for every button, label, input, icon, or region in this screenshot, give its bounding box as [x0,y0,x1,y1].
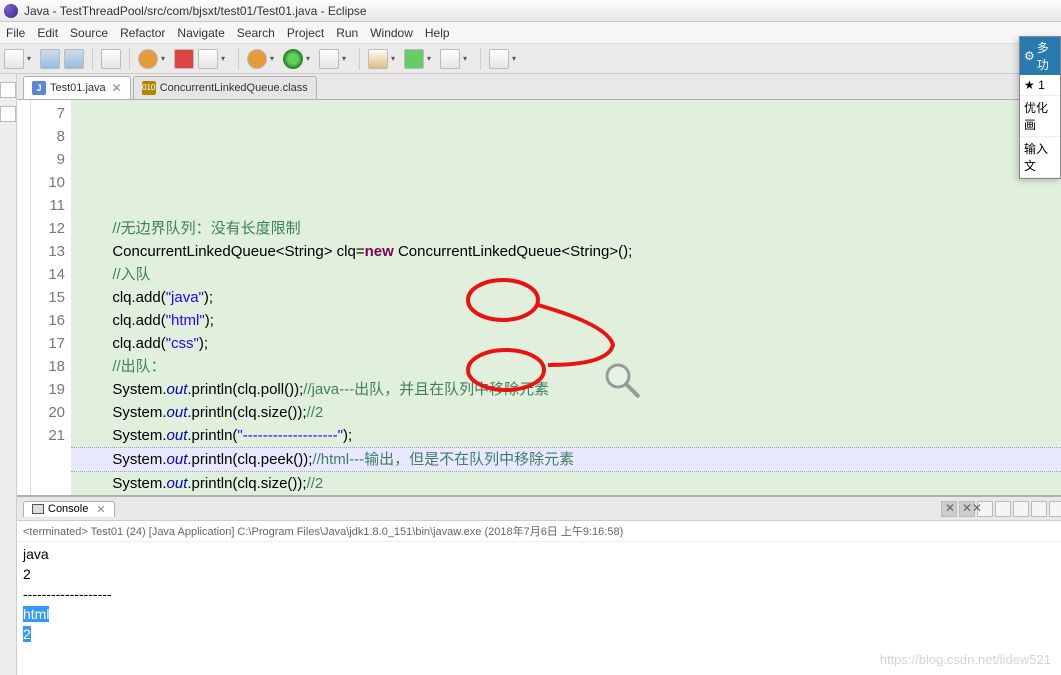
console-tab-label: Console [48,503,88,515]
open-console-icon[interactable] [1049,501,1061,517]
new-class-button[interactable] [404,49,424,69]
floating-item-0[interactable]: 优化画 [1020,96,1060,137]
fold-gutter[interactable] [17,100,31,495]
close-icon[interactable]: ✕ [112,81,122,95]
debug-button[interactable] [138,49,158,69]
display-selected-icon[interactable] [1031,501,1047,517]
external-tools-button[interactable] [319,49,339,69]
menu-edit[interactable]: Edit [37,26,58,40]
remove-launch-icon[interactable]: ✕ [941,501,957,517]
menubar: File Edit Source Refactor Navigate Searc… [0,22,1061,44]
toolbar [0,44,1061,74]
floating-side-panel[interactable]: ⚙ 多功 ★ 1 优化画 输入文 [1019,36,1061,179]
menu-navigate[interactable]: Navigate [177,26,224,40]
console-process-header: <terminated> Test01 (24) [Java Applicati… [17,521,1061,542]
open-type-button[interactable] [440,49,460,69]
left-trim [0,74,17,675]
new-package-button[interactable] [368,49,388,69]
scroll-lock-icon[interactable] [995,501,1011,517]
class-file-icon: 010 [142,81,156,95]
menu-help[interactable]: Help [425,26,450,40]
console-view: Console ✕ ✕ ✕✕ <terminated> Test01 (24) … [17,495,1061,675]
gear-icon: ⚙ [1024,49,1035,63]
new-button[interactable] [4,49,24,69]
window-titlebar: Java - TestThreadPool/src/com/bjsxt/test… [0,0,1061,22]
menu-project[interactable]: Project [287,26,324,40]
floating-item-1[interactable]: 输入文 [1020,137,1060,178]
close-icon[interactable]: ✕ [96,503,105,516]
editor-tabbar: J Test01.java ✕ 010 ConcurrentLinkedQueu… [17,74,1061,100]
tab-console[interactable]: Console ✕ [23,501,115,517]
restore-view-icon-2[interactable] [0,106,16,122]
java-file-icon: J [32,81,46,95]
switch-button[interactable] [101,49,121,69]
terminate-button[interactable] [174,49,194,69]
line-numbers: 789101112131415161718192021 [31,100,71,495]
console-output[interactable]: java2-------------------html2 [17,542,1061,675]
save-button[interactable] [40,49,60,69]
code-area[interactable]: //无边界队列：没有长度限制 ConcurrentLinkedQueue<Str… [71,100,1061,495]
tab-concurrentlinkedqueue-class[interactable]: 010 ConcurrentLinkedQueue.class [133,76,317,99]
tab-label: ConcurrentLinkedQueue.class [160,82,308,94]
tab-label: Test01.java [50,82,106,94]
restore-view-icon[interactable] [0,82,16,98]
pin-console-icon[interactable] [1013,501,1029,517]
menu-run[interactable]: Run [336,26,358,40]
tab-test01-java[interactable]: J Test01.java ✕ [23,76,131,99]
menu-window[interactable]: Window [370,26,413,40]
debug-last-button[interactable] [247,49,267,69]
menu-file[interactable]: File [6,26,25,40]
run-button[interactable] [283,49,303,69]
console-icon [32,504,44,514]
remove-all-icon[interactable]: ✕✕ [959,501,975,517]
eclipse-icon [4,4,18,18]
coverage-button[interactable] [198,49,218,69]
window-title: Java - TestThreadPool/src/com/bjsxt/test… [24,4,367,18]
floating-panel-title[interactable]: ⚙ 多功 [1020,37,1060,75]
code-editor[interactable]: 789101112131415161718192021 //无边界队列：没有长度… [17,100,1061,495]
save-all-button[interactable] [64,49,84,69]
menu-refactor[interactable]: Refactor [120,26,165,40]
menu-search[interactable]: Search [237,26,275,40]
search-toolbar-button[interactable] [489,49,509,69]
floating-star[interactable]: ★ 1 [1020,75,1060,96]
menu-source[interactable]: Source [70,26,108,40]
